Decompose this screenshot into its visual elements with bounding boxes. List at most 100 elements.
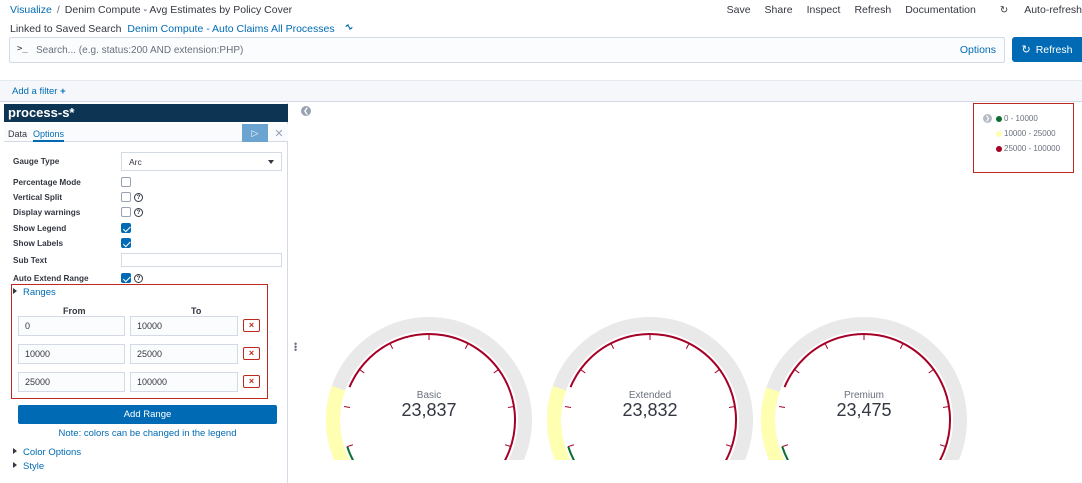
apply-changes-button[interactable]: ▷ <box>242 124 268 142</box>
range-to-input[interactable]: 25000 <box>130 344 238 364</box>
gauge-tick <box>580 369 586 374</box>
color-options-toggle[interactable]: Color Options <box>13 447 81 458</box>
gauge-type-select[interactable]: Arc <box>121 152 282 171</box>
gauge-value: 23,475 <box>836 400 891 420</box>
refresh-icon: ↻ <box>999 5 1009 16</box>
gauge-basic: Basic 23,837 <box>326 317 532 460</box>
range-from-input[interactable]: 10000 <box>18 344 125 364</box>
delete-range-button[interactable]: × <box>243 347 260 360</box>
search-input[interactable] <box>34 41 934 60</box>
legend-color-dot <box>996 130 1002 137</box>
gauge-extended: Extended 23,832 <box>547 317 753 460</box>
collapse-sidebar-button[interactable]: ❮ <box>301 106 311 116</box>
tab-options[interactable]: Options <box>33 129 65 142</box>
gauge-tick <box>568 444 575 448</box>
gauge-tick <box>778 406 786 408</box>
gauge-tick <box>507 406 515 408</box>
ranges-toggle[interactable]: Ranges <box>13 287 56 298</box>
gauge-tick <box>942 406 950 408</box>
close-icon: ✕ <box>274 127 284 140</box>
gauge-tick <box>564 406 572 408</box>
legend-item[interactable]: 0 - 10000 <box>996 114 1038 123</box>
inspect-menu-item[interactable]: Inspect <box>807 4 841 16</box>
refresh-menu-item[interactable]: Refresh <box>854 4 891 16</box>
from-header: From <box>63 306 86 316</box>
refresh-button[interactable]: ↻ Refresh <box>1012 37 1082 62</box>
documentation-menu-item[interactable]: Documentation <box>905 4 976 16</box>
show-labels-checkbox[interactable] <box>121 238 131 248</box>
share-menu-item[interactable]: Share <box>765 4 793 16</box>
range-to-input[interactable]: 10000 <box>130 316 238 336</box>
caret-right-icon <box>13 462 17 468</box>
range-from-input[interactable]: 0 <box>18 316 125 336</box>
query-options-link[interactable]: Options <box>960 44 996 56</box>
unlink-icon[interactable] <box>344 23 354 35</box>
show-labels-label: Show Labels <box>13 239 64 248</box>
linked-search: Linked to Saved Search Denim Compute - A… <box>10 22 354 35</box>
help-icon[interactable]: ? <box>134 208 143 217</box>
legend-toggle-button[interactable]: ❯ <box>983 114 992 123</box>
chevron-left-icon: ❮ <box>303 108 309 115</box>
linked-search-link[interactable]: Denim Compute - Auto Claims All Processe… <box>127 23 334 35</box>
query-language-prompt-icon[interactable]: >_ <box>17 44 28 54</box>
gauge-tick <box>824 343 829 349</box>
close-icon: × <box>248 348 255 358</box>
gauge-tick <box>493 369 499 374</box>
add-filter-link[interactable]: Add a filter + <box>12 86 66 97</box>
gauge-type-value: Arc <box>129 157 142 167</box>
sub-text-label: Sub Text <box>13 256 47 265</box>
tab-data[interactable]: Data <box>8 129 27 139</box>
delete-range-button[interactable]: × <box>243 375 260 388</box>
legend-item-label: 10000 - 25000 <box>1004 129 1056 138</box>
legend-item-label: 25000 - 100000 <box>1004 144 1061 153</box>
add-filter-label: Add a filter <box>12 86 58 97</box>
add-range-button[interactable]: Add Range <box>18 405 277 424</box>
gauge-tick <box>464 343 469 349</box>
caret-right-icon <box>13 448 17 454</box>
vertical-split-label: Vertical Split <box>13 193 63 202</box>
sub-text-input[interactable] <box>121 253 282 267</box>
delete-range-button[interactable]: × <box>243 319 260 332</box>
save-menu-item[interactable]: Save <box>727 4 751 16</box>
show-legend-label: Show Legend <box>13 224 67 233</box>
legend-item[interactable]: 10000 - 25000 <box>996 129 1056 138</box>
chevron-right-icon: ❯ <box>984 116 991 122</box>
play-icon: ▷ <box>251 127 259 138</box>
gauge-tick <box>685 343 690 349</box>
divider <box>0 101 1082 102</box>
auto-extend-range-label: Auto Extend Range <box>13 274 89 283</box>
color-options-label: Color Options <box>23 447 82 458</box>
auto-extend-range-checkbox[interactable] <box>121 273 131 283</box>
gauge-tick <box>343 406 351 408</box>
display-warnings-checkbox[interactable] <box>121 207 131 217</box>
gauge-scale-green <box>346 446 355 460</box>
gauge-tick <box>939 444 946 448</box>
legend-item[interactable]: 25000 - 100000 <box>996 144 1060 153</box>
show-legend-checkbox[interactable] <box>121 223 131 233</box>
close-icon: × <box>248 376 255 386</box>
gauge-tick <box>928 369 934 374</box>
filter-bar <box>0 80 1082 102</box>
breadcrumb-separator: / <box>56 4 60 16</box>
display-warnings-label: Display warnings <box>13 208 81 217</box>
gauge-tick <box>794 369 800 374</box>
help-icon[interactable]: ? <box>134 274 143 283</box>
linked-search-label: Linked to Saved Search <box>10 23 122 35</box>
discard-changes-button[interactable]: ✕ <box>272 124 286 142</box>
gauge-tick <box>725 444 732 448</box>
vertical-split-checkbox[interactable] <box>121 192 131 202</box>
style-toggle[interactable]: Style <box>13 461 44 472</box>
index-pattern-title: process-s* <box>4 104 288 122</box>
gauge-tick <box>714 369 720 374</box>
gauge-fill <box>761 387 785 460</box>
help-icon[interactable]: ? <box>134 193 143 202</box>
breadcrumb-visualize-link[interactable]: Visualize <box>10 4 52 16</box>
legend-color-note: Note: colors can be changed in the legen… <box>58 428 237 439</box>
range-to-input[interactable]: 100000 <box>130 372 238 392</box>
gauge-premium: Premium 23,475 <box>761 317 967 460</box>
resize-handle[interactable]: • • • <box>294 340 298 355</box>
gauge-value: 23,832 <box>622 400 677 420</box>
auto-refresh-menu-item[interactable]: ↻ Auto-refresh <box>986 4 1082 16</box>
range-from-input[interactable]: 25000 <box>18 372 125 392</box>
percentage-mode-checkbox[interactable] <box>121 177 131 187</box>
